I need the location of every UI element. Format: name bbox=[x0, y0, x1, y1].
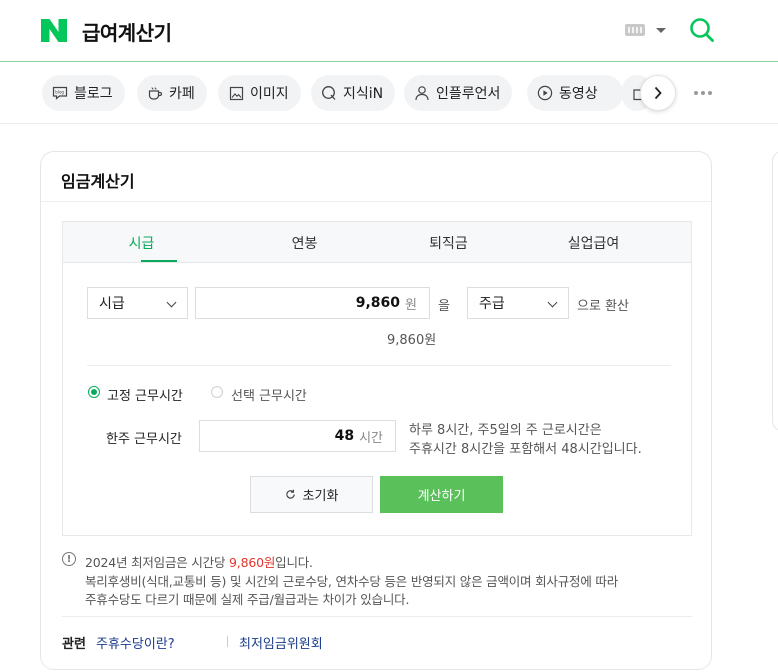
tab-video[interactable]: 동영상 bbox=[527, 75, 623, 111]
related-label: 관련 bbox=[62, 637, 86, 652]
tab-label: 지식iN bbox=[343, 86, 384, 102]
link-minimum-wage-commission[interactable]: 최저임금위원회 bbox=[239, 633, 323, 652]
chevron-down-icon bbox=[166, 297, 177, 308]
blog-icon: blog bbox=[52, 85, 68, 101]
note-text: 2024년 최저임금은 시간당 bbox=[85, 555, 230, 570]
hours-hint-line1: 하루 8시간, 주5일의 주 근로시간은 bbox=[409, 423, 602, 438]
calculator-tabs: 시급 연봉 퇴직금 실업급여 bbox=[63, 222, 691, 263]
radio-fixed-hours[interactable] bbox=[88, 386, 100, 398]
chevron-down-icon[interactable] bbox=[656, 28, 666, 33]
tab-blog[interactable]: blog 블로그 bbox=[42, 75, 125, 111]
tab-label: 동영상 bbox=[559, 86, 598, 102]
divider bbox=[87, 365, 671, 366]
tab-label: 이미지 bbox=[250, 86, 289, 102]
info-icon: ! bbox=[62, 552, 76, 566]
tab-cafe[interactable]: 카페 bbox=[137, 75, 207, 111]
weekly-hours-unit: 시간 bbox=[359, 430, 383, 446]
divider bbox=[62, 616, 692, 617]
amount-unit: 원 bbox=[405, 297, 417, 313]
cafe-icon bbox=[147, 85, 163, 101]
play-icon bbox=[537, 85, 553, 101]
wage-calculator-card: 임금계산기 시급 연봉 퇴직금 실업급여 시급 9,860 원 을 주급 으로 … bbox=[40, 151, 712, 670]
radio-select-hours[interactable] bbox=[211, 386, 223, 398]
more-icon[interactable] bbox=[694, 85, 718, 101]
chevron-right-icon bbox=[654, 86, 662, 100]
weekly-hours-value: 48 bbox=[334, 428, 355, 444]
convert-label: 으로 환산 bbox=[577, 299, 629, 314]
radio-select-label[interactable]: 선택 근무시간 bbox=[231, 385, 307, 404]
tab-annual[interactable]: 연봉 bbox=[226, 222, 383, 263]
tab-label: 인플루언서 bbox=[436, 86, 501, 102]
reset-button[interactable]: 초기화 bbox=[250, 476, 373, 513]
refresh-icon bbox=[285, 489, 295, 499]
side-panel-edge bbox=[772, 151, 778, 431]
calculate-button[interactable]: 계산하기 bbox=[380, 476, 503, 513]
calculator-panel: 시급 연봉 퇴직금 실업급여 시급 9,860 원 을 주급 으로 환산 9,8… bbox=[62, 221, 692, 536]
search-header: 급여계산기 bbox=[0, 0, 778, 62]
note-line-2: 복리후생비(식대,교통비 등) 및 시간외 근로수당, 연차수당 등은 반영되지… bbox=[85, 574, 619, 589]
search-tabs: blog 블로그 카페 이미지 지식iN 인플루언서 동영상 bbox=[0, 63, 778, 124]
tab-kin[interactable]: 지식iN bbox=[311, 75, 396, 111]
amount-readout: 9,860원 bbox=[387, 333, 437, 348]
hours-hint-line2: 주휴시간 8시간을 포함해서 48시간입니다. bbox=[409, 442, 642, 457]
tab-label: 블로그 bbox=[74, 86, 113, 102]
tab-severance[interactable]: 퇴직금 bbox=[370, 222, 527, 263]
tab-unemployment[interactable]: 실업급여 bbox=[515, 222, 672, 263]
tab-label: 카페 bbox=[169, 86, 195, 102]
divider bbox=[227, 636, 228, 647]
tab-image[interactable]: 이미지 bbox=[218, 75, 301, 111]
chevron-down-icon bbox=[547, 297, 558, 308]
minimum-wage-highlight: 9,860원 bbox=[229, 555, 276, 570]
search-query-title[interactable]: 급여계산기 bbox=[82, 17, 172, 46]
reset-label: 초기화 bbox=[302, 489, 339, 504]
divider bbox=[41, 201, 711, 202]
naver-logo-icon[interactable] bbox=[41, 19, 67, 42]
person-icon bbox=[414, 85, 430, 101]
amount-value: 9,860 bbox=[355, 295, 401, 311]
note-line-3: 주휴수당도 다르기 때문에 실제 주급/월급과는 차이가 있습니다. bbox=[85, 592, 410, 607]
keyboard-icon[interactable] bbox=[625, 24, 645, 36]
search-icon[interactable] bbox=[689, 17, 715, 43]
weekly-hours-input[interactable]: 48 시간 bbox=[199, 420, 396, 452]
from-unit-select[interactable]: 시급 bbox=[87, 287, 188, 319]
image-icon bbox=[228, 85, 244, 101]
svg-text:blog: blog bbox=[55, 90, 64, 95]
particle-label: 을 bbox=[438, 299, 450, 314]
link-weekly-holiday-pay[interactable]: 주휴수당이란? bbox=[96, 633, 175, 652]
to-unit-value: 주급 bbox=[479, 296, 505, 312]
tab-influencer[interactable]: 인플루언서 bbox=[404, 75, 513, 111]
kin-icon bbox=[321, 85, 337, 101]
tabs-next-button[interactable] bbox=[640, 75, 676, 111]
note-text: 입니다. bbox=[275, 555, 313, 570]
active-tab-indicator bbox=[141, 260, 177, 262]
card-title: 임금계산기 bbox=[61, 172, 135, 191]
to-unit-select[interactable]: 주급 bbox=[467, 287, 569, 319]
header-divider bbox=[0, 61, 778, 62]
tab-hourly[interactable]: 시급 bbox=[63, 222, 220, 263]
weekly-hours-label: 한주 근무시간 bbox=[106, 432, 182, 447]
from-unit-value: 시급 bbox=[99, 296, 125, 312]
amount-input[interactable]: 9,860 원 bbox=[195, 287, 430, 319]
minimum-wage-note: 2024년 최저임금은 시간당 9,860원입니다. bbox=[85, 552, 313, 571]
radio-fixed-label[interactable]: 고정 근무시간 bbox=[107, 385, 183, 404]
